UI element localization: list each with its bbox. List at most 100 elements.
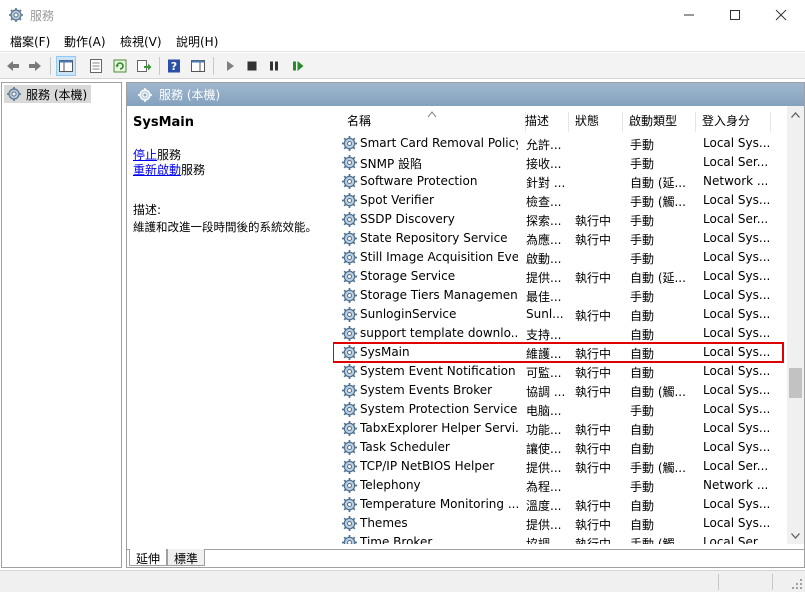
help-button[interactable]: ? [164,56,184,76]
cell-log-on-as: Network ... [703,174,769,188]
restart-service-button[interactable] [288,56,308,76]
table-row[interactable]: Spot Verifier 檢查... 手動 (觸... Local Sys... [333,191,783,210]
table-row[interactable]: Smart Card Removal Policy 允許... 手動 Local Sy… [333,134,783,153]
service-gear-icon [342,478,357,493]
menu-file[interactable]: 檔案(F) [10,33,50,50]
action-pane-button[interactable] [188,56,208,76]
cell-status: 執行中 [575,214,612,228]
cell-log-on-as: Local Sys... [703,383,771,397]
service-gear-icon [342,440,357,455]
tab-extended[interactable]: 延伸 [129,549,168,566]
resize-grip-icon[interactable] [791,578,803,590]
cell-status: 執行中 [575,309,612,323]
close-button[interactable] [758,0,804,30]
cell-status: 執行中 [575,499,612,513]
export-list-button[interactable] [134,56,154,76]
gear-icon [9,8,23,22]
table-row[interactable]: System Protection Service 电脑... 手動 Local Sy… [333,400,783,419]
cell-startup-type: 手動 [630,214,655,228]
tab-standard[interactable]: 標準 [167,549,206,566]
cell-startup-type: 自動 [630,347,655,361]
table-row[interactable]: System Events Broker 協調 ... 執行中 自動 (觸... Loc… [333,381,783,400]
service-gear-icon [342,326,357,341]
table-row[interactable]: SSDP Discovery 探索... 執行中 手動 Local Ser... [333,210,783,229]
table-row[interactable]: Storage Service 提供... 執行中 自動 (延... Local Sys… [333,267,783,286]
column-description[interactable]: 描述 [519,112,569,132]
table-row[interactable]: Time Broker 協調 ... 執行中 手動 (觸... Local Ser... [333,533,783,544]
cell-startup-type: 手動 (觸... [630,195,686,209]
services-list: 名稱 描述 狀態 啟動類型 登入身分 Smart Card Removal Po… [333,106,804,544]
sort-ascending-icon [427,111,437,118]
table-row[interactable]: System Event Notification ... 可監... 執行中 自動 L… [333,362,783,381]
cell-startup-type: 手動 [630,138,655,152]
svg-text:?: ? [171,60,177,73]
table-row[interactable]: TabxExplorer Helper Servi... 功能... 執行中 自動 Lo… [333,419,783,438]
toolbar: ? [0,53,805,79]
service-gear-icon [342,364,357,379]
column-startup-type[interactable]: 啟動類型 [623,112,696,132]
restart-icon [293,61,304,71]
menu-help[interactable]: 說明(H) [176,33,218,50]
maximize-button[interactable] [712,0,758,30]
menu-action[interactable]: 動作(A) [64,33,106,50]
cell-log-on-as: Local Sys... [703,193,771,207]
table-row[interactable]: support template downlo... 支持... 自動 Local S… [333,324,783,343]
tree-item-services-local[interactable]: 服務 (本機) [4,85,92,103]
table-row[interactable]: SunloginService Sunl... 執行中 自動 Local Sys... [333,305,783,324]
table-row-selected[interactable]: SysMain 維護... 執行中 自動 Local Sys... [333,342,784,363]
cell-status: 執行中 [575,461,612,475]
refresh-button[interactable] [110,56,130,76]
column-status-label: 狀態 [575,114,600,128]
stop-service-button[interactable] [242,56,262,76]
cell-name: SunloginService [360,307,457,321]
service-gear-icon [342,421,357,436]
status-bar [0,570,805,592]
service-gear-icon [342,193,357,208]
table-row[interactable]: TCP/IP NetBIOS Helper 提供... 執行中 手動 (觸... Loc… [333,457,783,476]
scroll-up-arrow[interactable] [787,106,804,123]
restart-service-link[interactable]: 重新啟動 [133,163,181,177]
cell-status: 執行中 [575,347,612,361]
column-log-on-as-label: 登入身分 [702,114,751,128]
table-row[interactable]: Task Scheduler 讓使... 執行中 自動 Local Sys... [333,438,783,457]
cell-log-on-as: Network ... [703,478,769,492]
cell-name: Telephony [360,478,421,492]
table-row[interactable]: SNMP 設陷 接收... 手動 Local Ser... [333,153,783,172]
cell-name: System Events Broker [360,383,493,397]
table-row[interactable]: Storage Tiers Management 最佳... 手動 Local Sys… [333,286,783,305]
stop-service-link[interactable]: 停止 [133,148,157,162]
scrollbar-thumb[interactable] [789,368,802,398]
vertical-scrollbar[interactable] [787,106,804,544]
table-row[interactable]: Telephony 為程... 手動 Network ... [333,476,783,495]
show-tree-button[interactable] [56,56,76,76]
chevron-down-icon [791,532,800,539]
table-row[interactable]: State Repository Service 為應... 執行中 手動 Local … [333,229,783,248]
minimize-button[interactable] [666,0,712,30]
start-service-button[interactable] [220,56,240,76]
forward-button[interactable] [25,56,45,76]
cell-startup-type: 手動 (觸... [630,461,686,475]
pause-service-button[interactable] [264,56,284,76]
column-log-on-as[interactable]: 登入身分 [696,112,771,132]
cell-description: 探索... [526,214,562,228]
table-row[interactable]: Still Image Acquisition Eve... 啟動... 手動 Loc… [333,248,783,267]
description-label: 描述: [133,203,162,217]
cell-description: 允許... [526,138,562,152]
back-button[interactable] [3,56,23,76]
column-status[interactable]: 狀態 [569,112,623,132]
menu-view[interactable]: 檢視(V) [120,33,162,50]
properties-icon [90,59,102,73]
menu-bar: 檔案(F) 動作(A) 檢視(V) 說明(H) [0,30,805,52]
cell-startup-type: 手動 [630,157,655,171]
table-row[interactable]: Temperature Monitoring ... 溫度... 執行中 自動 Loca… [333,495,783,514]
column-name[interactable]: 名稱 [341,111,526,132]
table-row[interactable]: Software Protection 針對 ... 自動 (延... Network… [333,172,783,191]
properties-button[interactable] [86,56,106,76]
table-row[interactable]: Themes 提供... 執行中 自動 Local Sys... [333,514,783,533]
cell-log-on-as: Local Sys... [703,516,771,530]
cell-name: Task Scheduler [360,440,450,454]
service-gear-icon [342,383,357,398]
scroll-down-arrow[interactable] [787,527,804,544]
stop-service-suffix: 服務 [157,148,182,162]
restart-service-suffix: 服務 [181,163,206,177]
